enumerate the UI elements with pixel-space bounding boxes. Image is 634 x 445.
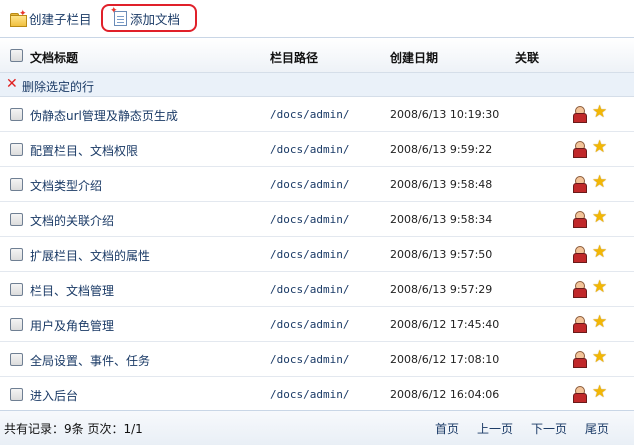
header-date: 创建日期 — [390, 51, 439, 65]
pagination-bar: 共有记录：9条 页次：1/1 首页 上一页 下一页 尾页 — [0, 410, 634, 445]
document-title-link[interactable]: 栏目、文档管理 — [30, 282, 114, 299]
add-document-button[interactable]: ✦ 添加文档 — [101, 4, 197, 32]
delete-selected-bar: ✕ 删除选定的行 — [0, 73, 634, 97]
table-header: 文档标题 栏目路径 创建日期 关联 — [0, 37, 634, 73]
document-title-link[interactable]: 文档的关联介绍 — [30, 212, 114, 229]
table-row: 文档的关联介绍 /docs/admin/ 2008/6/13 9:58:34 ★ — [0, 202, 634, 237]
column-path-link[interactable]: /docs/admin/ — [270, 388, 349, 401]
column-path-link[interactable]: /docs/admin/ — [270, 108, 349, 121]
prev-page-link[interactable]: 上一页 — [477, 420, 513, 437]
add-document-label: 添加文档 — [130, 11, 181, 27]
column-path-link[interactable]: /docs/admin/ — [270, 318, 349, 331]
header-title: 文档标题 — [30, 51, 79, 65]
document-title-link[interactable]: 配置栏目、文档权限 — [30, 142, 138, 159]
new-folder-icon: ✦ — [10, 9, 27, 27]
document-title-link[interactable]: 文档类型介绍 — [30, 177, 102, 194]
created-date: 2008/6/13 9:57:29 — [390, 283, 493, 296]
created-date: 2008/6/13 9:57:50 — [390, 248, 493, 261]
table-row: 扩展栏目、文档的属性 /docs/admin/ 2008/6/13 9:57:5… — [0, 237, 634, 272]
user-icon[interactable] — [572, 211, 587, 228]
star-icon[interactable]: ★ — [592, 174, 607, 191]
user-icon[interactable] — [572, 106, 587, 123]
user-icon[interactable] — [572, 246, 587, 263]
column-path-link[interactable]: /docs/admin/ — [270, 213, 349, 226]
user-icon[interactable] — [572, 176, 587, 193]
user-icon[interactable] — [572, 141, 587, 158]
row-checkbox[interactable] — [10, 143, 23, 156]
row-checkbox[interactable] — [10, 178, 23, 191]
document-list: 伪静态url管理及静态页生成 /docs/admin/ 2008/6/13 10… — [0, 97, 634, 412]
table-row: 配置栏目、文档权限 /docs/admin/ 2008/6/13 9:59:22… — [0, 132, 634, 167]
created-date: 2008/6/12 16:04:06 — [390, 388, 500, 401]
row-checkbox[interactable] — [10, 213, 23, 226]
document-title-link[interactable]: 伪静态url管理及静态页生成 — [30, 107, 178, 124]
header-path: 栏目路径 — [270, 51, 319, 65]
first-page-link[interactable]: 首页 — [435, 420, 459, 437]
row-checkbox[interactable] — [10, 108, 23, 121]
created-date: 2008/6/13 9:58:34 — [390, 213, 493, 226]
user-icon[interactable] — [572, 316, 587, 333]
column-path-link[interactable]: /docs/admin/ — [270, 178, 349, 191]
record-count: 共有记录：9条 页次：1/1 — [4, 422, 143, 436]
toolbar: ✦ 创建子栏目 ✦ 添加文档 — [0, 0, 634, 37]
next-page-link[interactable]: 下一页 — [531, 420, 567, 437]
created-date: 2008/6/12 17:08:10 — [390, 353, 500, 366]
document-title-link[interactable]: 用户及角色管理 — [30, 317, 114, 334]
created-date: 2008/6/13 9:59:22 — [390, 143, 493, 156]
column-path-link[interactable]: /docs/admin/ — [270, 353, 349, 366]
created-date: 2008/6/13 9:58:48 — [390, 178, 493, 191]
last-page-link[interactable]: 尾页 — [585, 420, 609, 437]
create-subcolumn-button[interactable]: ✦ 创建子栏目 — [10, 6, 92, 31]
star-icon[interactable]: ★ — [592, 209, 607, 226]
header-related: 关联 — [515, 51, 540, 65]
star-icon[interactable]: ★ — [592, 244, 607, 261]
star-icon[interactable]: ★ — [592, 314, 607, 331]
select-all-checkbox[interactable] — [10, 49, 23, 62]
document-title-link[interactable]: 扩展栏目、文档的属性 — [30, 247, 150, 264]
row-checkbox[interactable] — [10, 388, 23, 401]
row-checkbox[interactable] — [10, 318, 23, 331]
table-row: 用户及角色管理 /docs/admin/ 2008/6/12 17:45:40 … — [0, 307, 634, 342]
user-icon[interactable] — [572, 351, 587, 368]
delete-selected-link[interactable]: 删除选定的行 — [22, 78, 94, 95]
new-document-icon: ✦ — [110, 6, 127, 26]
column-path-link[interactable]: /docs/admin/ — [270, 283, 349, 296]
column-path-link[interactable]: /docs/admin/ — [270, 248, 349, 261]
column-path-link[interactable]: /docs/admin/ — [270, 143, 349, 156]
star-icon[interactable]: ★ — [592, 384, 607, 401]
table-row: 伪静态url管理及静态页生成 /docs/admin/ 2008/6/13 10… — [0, 97, 634, 132]
table-row: 进入后台 /docs/admin/ 2008/6/12 16:04:06 ★ — [0, 377, 634, 412]
table-row: 栏目、文档管理 /docs/admin/ 2008/6/13 9:57:29 ★ — [0, 272, 634, 307]
star-icon[interactable]: ★ — [592, 279, 607, 296]
create-subcolumn-label: 创建子栏目 — [29, 12, 92, 27]
table-row: 全局设置、事件、任务 /docs/admin/ 2008/6/12 17:08:… — [0, 342, 634, 377]
row-checkbox[interactable] — [10, 283, 23, 296]
user-icon[interactable] — [572, 281, 587, 298]
star-icon[interactable]: ★ — [592, 139, 607, 156]
created-date: 2008/6/13 10:19:30 — [390, 108, 500, 121]
star-icon[interactable]: ★ — [592, 349, 607, 366]
star-icon[interactable]: ★ — [592, 104, 607, 121]
delete-icon[interactable]: ✕ — [6, 76, 18, 92]
document-title-link[interactable]: 进入后台 — [30, 387, 78, 404]
row-checkbox[interactable] — [10, 353, 23, 366]
user-icon[interactable] — [572, 386, 587, 403]
table-row: 文档类型介绍 /docs/admin/ 2008/6/13 9:58:48 ★ — [0, 167, 634, 202]
row-checkbox[interactable] — [10, 248, 23, 261]
created-date: 2008/6/12 17:45:40 — [390, 318, 500, 331]
document-title-link[interactable]: 全局设置、事件、任务 — [30, 352, 150, 369]
